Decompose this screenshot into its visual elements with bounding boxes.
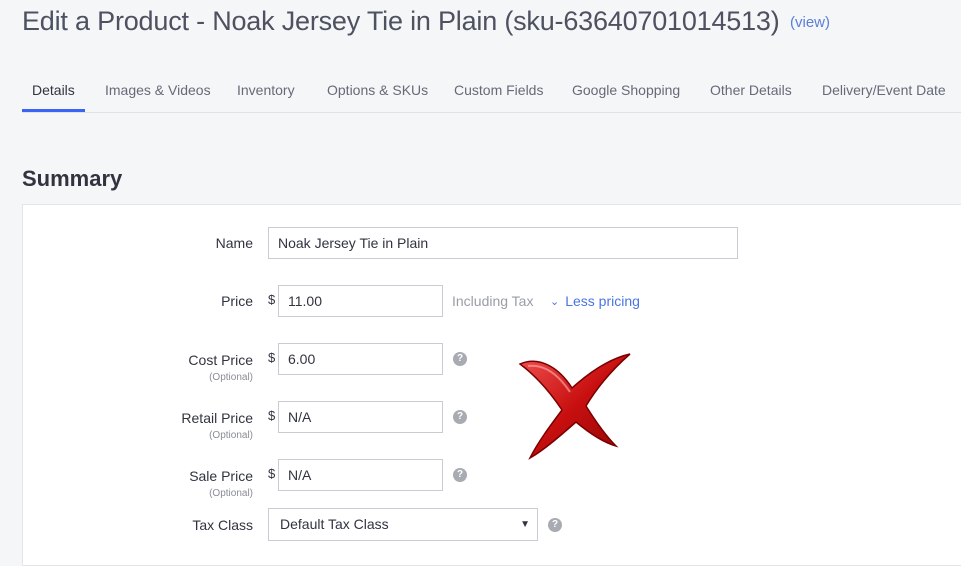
tab-google-shopping[interactable]: Google Shopping — [572, 82, 680, 98]
section-title: Summary — [22, 166, 123, 191]
retail-price-currency: $ — [268, 408, 276, 423]
sale-price-optional: (Optional) — [209, 488, 253, 499]
retail-price-help-icon[interactable]: ? — [453, 410, 467, 424]
tab-delivery-event-date[interactable]: Delivery/Event Date — [822, 82, 946, 98]
price-currency: $ — [268, 292, 276, 307]
tab-details[interactable]: Details — [32, 82, 75, 98]
tax-class-help-icon[interactable]: ? — [548, 518, 562, 532]
cost-price-input[interactable]: 6.00 — [278, 343, 443, 375]
name-label: Name — [215, 235, 253, 251]
sale-price-input[interactable]: N/A — [278, 459, 443, 491]
tab-other-details[interactable]: Other Details — [710, 82, 792, 98]
page-header: Edit a Product - Noak Jersey Tie in Plai… — [22, 6, 830, 37]
name-input[interactable]: Noak Jersey Tie in Plain — [268, 227, 738, 259]
price-label: Price — [221, 293, 253, 309]
tab-bar: Details Images & Videos Inventory Option… — [22, 72, 961, 113]
cost-price-optional: (Optional) — [209, 372, 253, 383]
tax-class-value: Default Tax Class — [280, 516, 389, 532]
dropdown-arrow-icon: ▼ — [520, 519, 530, 530]
retail-price-input[interactable]: N/A — [278, 401, 443, 433]
red-x-mark-icon — [518, 353, 631, 460]
active-tab-indicator — [22, 109, 85, 112]
tax-class-label: Tax Class — [192, 517, 253, 533]
less-pricing-label: Less pricing — [565, 293, 640, 309]
view-link[interactable]: (view) — [790, 14, 830, 31]
less-pricing-link[interactable]: ⌄ Less pricing — [550, 293, 640, 309]
tax-class-select[interactable]: Default Tax Class ▼ — [268, 508, 538, 541]
tab-options-skus[interactable]: Options & SKUs — [327, 82, 428, 98]
tab-inventory[interactable]: Inventory — [237, 82, 295, 98]
cost-price-label: Cost Price — [188, 352, 253, 368]
tab-custom-fields[interactable]: Custom Fields — [454, 82, 543, 98]
tab-images-videos[interactable]: Images & Videos — [105, 82, 211, 98]
including-tax-note: Including Tax — [452, 293, 534, 309]
cost-price-currency: $ — [268, 350, 276, 365]
sale-price-label: Sale Price — [189, 468, 253, 484]
page-title: Edit a Product - Noak Jersey Tie in Plai… — [22, 6, 780, 36]
sale-price-currency: $ — [268, 466, 276, 481]
retail-price-optional: (Optional) — [209, 430, 253, 441]
sale-price-help-icon[interactable]: ? — [453, 468, 467, 482]
cost-price-help-icon[interactable]: ? — [453, 352, 467, 366]
retail-price-label: Retail Price — [181, 410, 253, 426]
price-input[interactable]: 11.00 — [278, 285, 443, 317]
chevron-down-icon: ⌄ — [550, 296, 560, 308]
